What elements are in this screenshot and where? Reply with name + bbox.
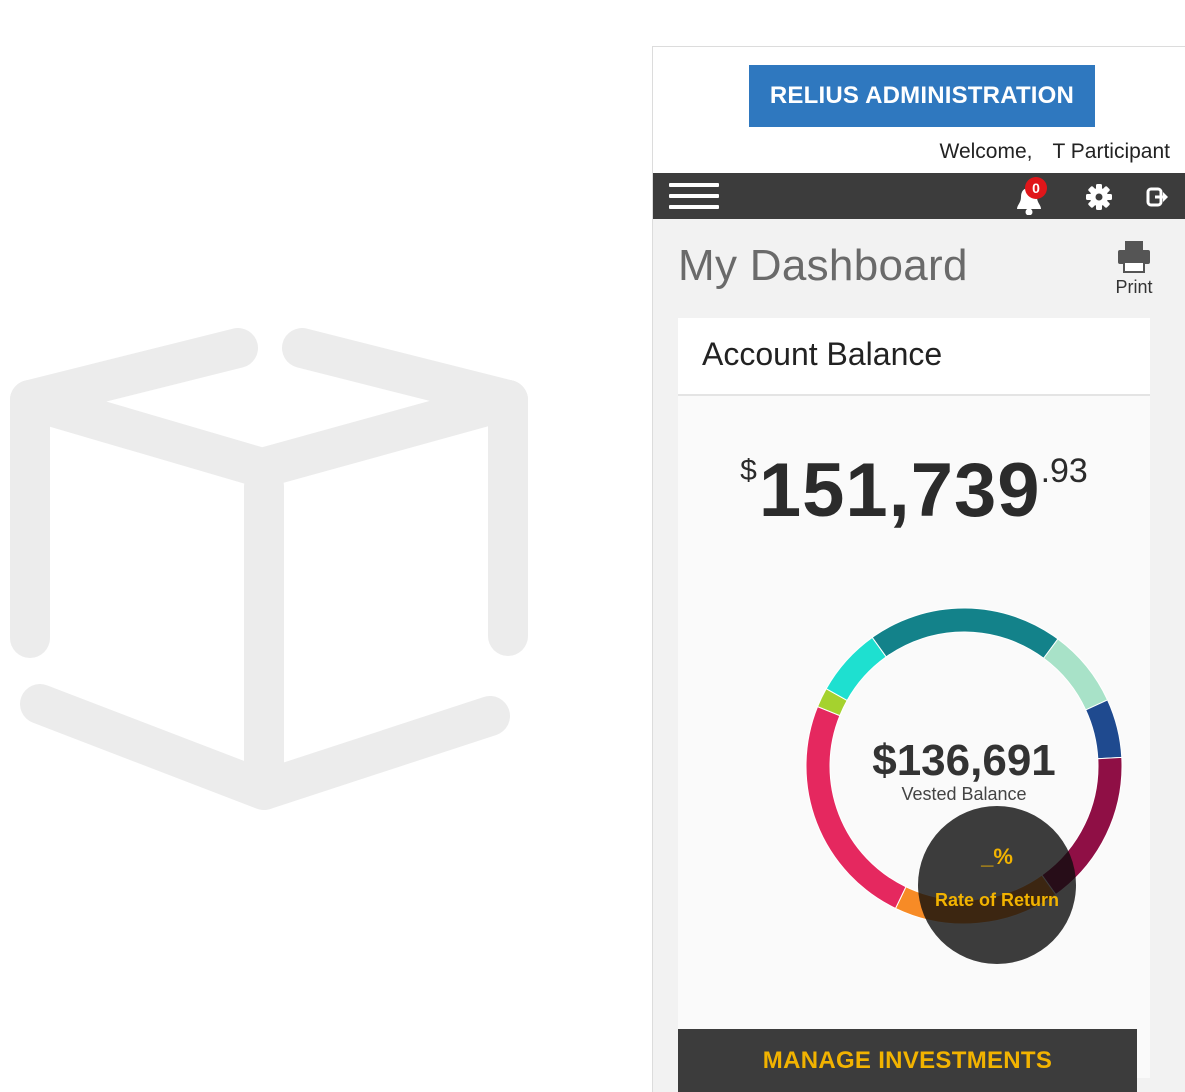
welcome-prefix: Welcome, <box>939 140 1033 163</box>
balance-whole: 151,739 <box>758 448 1041 533</box>
notification-badge: 0 <box>1025 177 1047 199</box>
logout-icon[interactable] <box>1145 185 1169 209</box>
card-header: Account Balance <box>678 318 1150 396</box>
top-header: RELIUS ADMINISTRATION Welcome, T Particip… <box>653 47 1185 173</box>
rate-of-return-label: Rate of Return <box>934 890 1059 910</box>
balance-cents: .93 <box>1040 452 1088 490</box>
donut-slice-8[interactable] <box>825 636 887 702</box>
welcome-message: Welcome, T Participant <box>940 140 1170 164</box>
brand-logo-button[interactable]: RELIUS ADMINISTRATION <box>749 65 1095 127</box>
printer-icon <box>1118 241 1150 273</box>
placeholder-cube-icon <box>10 328 528 810</box>
account-balance-card: Account Balance $151,739.93 $136,691 Ves… <box>678 318 1150 1078</box>
print-button[interactable]: Print <box>1107 239 1161 299</box>
navbar: 0 <box>653 173 1185 219</box>
rate-of-return-bubble[interactable]: _% Rate of Return <box>918 806 1076 964</box>
donut-slice-2[interactable] <box>1042 638 1109 711</box>
vested-balance-label: Vested Balance <box>901 784 1027 804</box>
menu-icon[interactable] <box>669 181 719 211</box>
user-name: T Participant <box>1052 140 1171 163</box>
donut-slice-1[interactable] <box>871 607 1059 659</box>
card-title: Account Balance <box>702 336 943 372</box>
page-title: My Dashboard <box>678 241 968 290</box>
currency-symbol: $ <box>740 454 757 487</box>
print-label: Print <box>1115 277 1153 297</box>
rate-of-return-value: _% <box>981 844 1013 869</box>
manage-investments-button[interactable]: MANAGE INVESTMENTS <box>678 1029 1137 1092</box>
vested-balance-amount: $136,691 <box>872 736 1056 785</box>
account-balance-amount: $151,739.93 <box>678 446 1150 536</box>
app-frame: RELIUS ADMINISTRATION Welcome, T Particip… <box>652 46 1185 1092</box>
gear-icon[interactable] <box>1085 183 1113 211</box>
